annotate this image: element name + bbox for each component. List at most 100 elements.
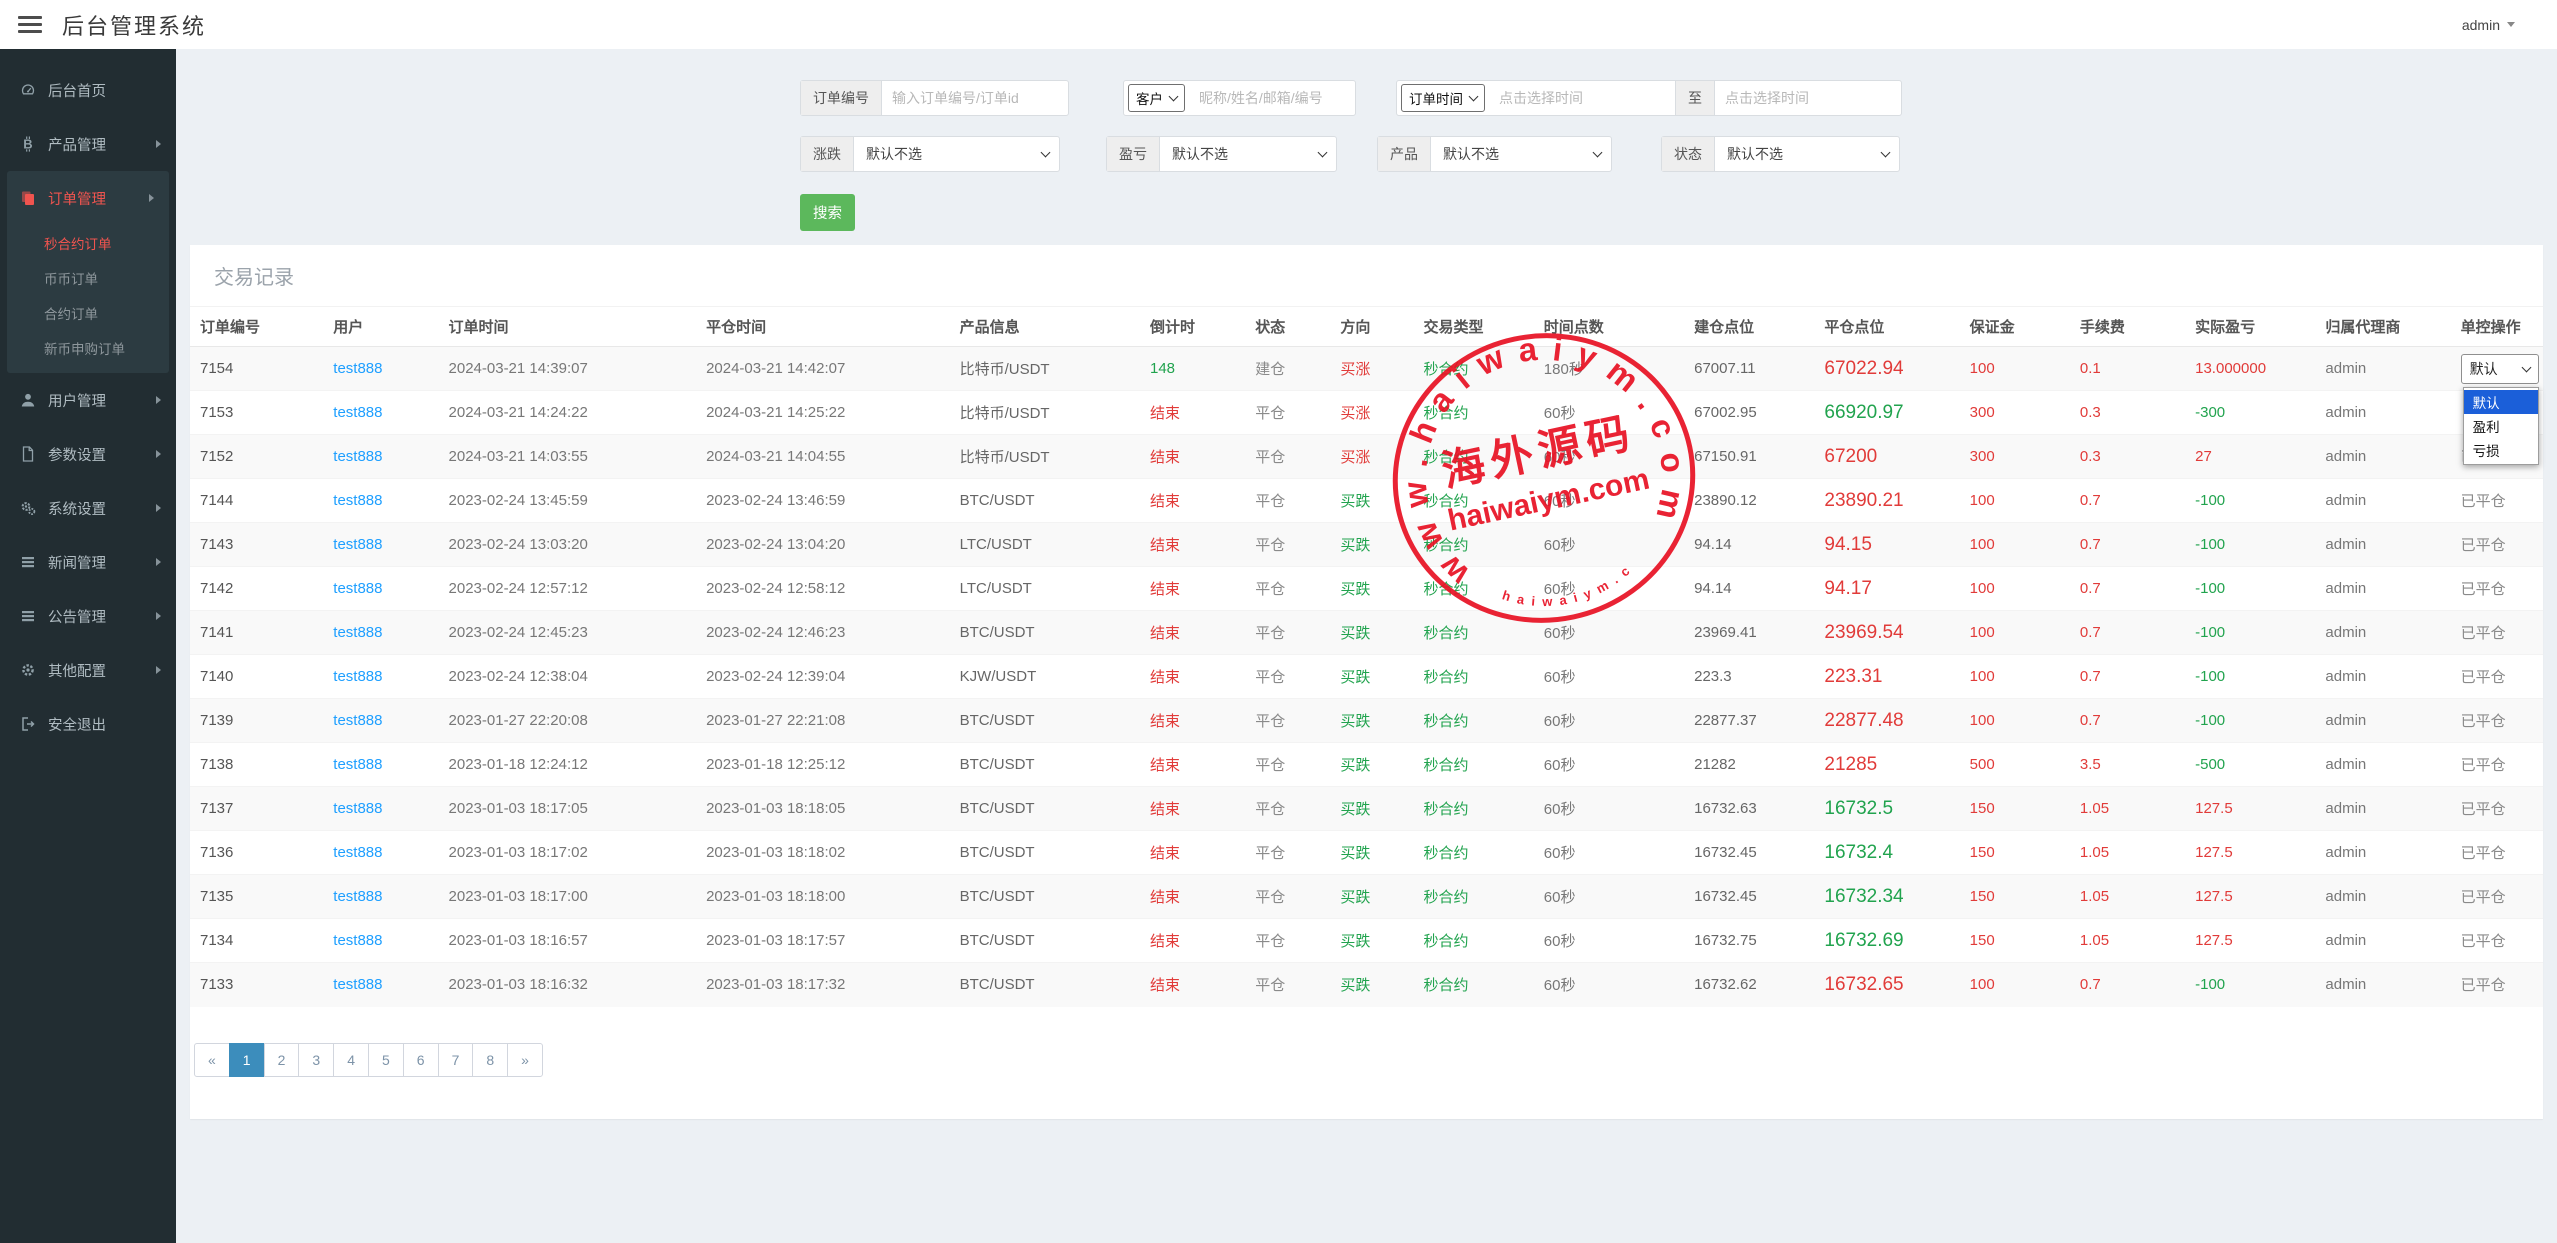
user-link[interactable]: test888 xyxy=(325,875,440,919)
cell-agent: admin xyxy=(2317,875,2452,919)
page-next[interactable]: » xyxy=(507,1043,543,1077)
column-header: 订单编号 xyxy=(190,307,325,347)
cell-direction: 买跌 xyxy=(1332,655,1415,699)
page-2[interactable]: 2 xyxy=(264,1043,300,1077)
sidebar-item-users[interactable]: 用户管理 xyxy=(0,373,176,427)
sidebar-item-logout[interactable]: 安全退出 xyxy=(0,697,176,751)
cell-duration: 180秒 xyxy=(1536,347,1686,391)
sidebar-item-contract-orders[interactable]: 合约订单 xyxy=(7,295,169,330)
row-control-value: 默认 xyxy=(2470,359,2498,379)
table-row: 7140test8882023-02-24 12:38:042023-02-24… xyxy=(190,655,2543,699)
table-row: 7144test8882023-02-24 13:45:592023-02-24… xyxy=(190,479,2543,523)
user-menu[interactable]: admin xyxy=(2462,17,2515,33)
sidebar-item-products[interactable]: B产品管理 xyxy=(0,117,176,171)
cell-product: 比特币/USDT xyxy=(952,391,1142,435)
option-item[interactable]: 默认 xyxy=(2464,390,2538,414)
cell-fee: 0.3 xyxy=(2072,435,2187,479)
search-button[interactable]: 搜索 xyxy=(800,194,855,231)
page-5[interactable]: 5 xyxy=(368,1043,404,1077)
page-6[interactable]: 6 xyxy=(403,1043,439,1077)
cell-close-time: 2023-01-18 12:25:12 xyxy=(698,743,952,787)
sidebar-item-system[interactable]: 系统设置 xyxy=(0,481,176,535)
customer-input[interactable] xyxy=(1189,81,1355,115)
user-link[interactable]: test888 xyxy=(325,743,440,787)
sidebar-item-params[interactable]: 参数设置 xyxy=(0,427,176,481)
user-link[interactable]: test888 xyxy=(325,523,440,567)
menu-toggle-icon[interactable] xyxy=(18,12,42,37)
cell-direction: 买跌 xyxy=(1332,875,1415,919)
page-prev[interactable]: « xyxy=(194,1043,230,1077)
user-link[interactable]: test888 xyxy=(325,655,440,699)
user-link[interactable]: test888 xyxy=(325,479,440,523)
sidebar: 后台首页B产品管理订单管理秒合约订单币币订单合约订单新币申购订单用户管理参数设置… xyxy=(0,49,176,1243)
cell-duration: 60秒 xyxy=(1536,875,1686,919)
user-link[interactable]: test888 xyxy=(325,435,440,479)
cell-pnl: -100 xyxy=(2187,699,2317,743)
column-header: 倒计时 xyxy=(1142,307,1247,347)
cell-open-price: 16732.45 xyxy=(1686,831,1816,875)
user-link[interactable]: test888 xyxy=(325,919,440,963)
page-3[interactable]: 3 xyxy=(298,1043,334,1077)
option-item[interactable]: 亏损 xyxy=(2464,438,2538,462)
sidebar-item-home[interactable]: 后台首页 xyxy=(0,63,176,117)
customer-type-select[interactable]: 客户 xyxy=(1128,84,1185,112)
cell-pnl: 27 xyxy=(2187,435,2317,479)
cell-order-id: 7144 xyxy=(190,479,325,523)
cell-margin: 100 xyxy=(1962,611,2072,655)
sidebar-item-spot-orders[interactable]: 币币订单 xyxy=(7,260,169,295)
sidebar-item-config[interactable]: 其他配置 xyxy=(0,643,176,697)
sidebar-item-label: 产品管理 xyxy=(48,134,106,155)
cell-margin: 100 xyxy=(1962,699,2072,743)
cell-product: BTC/USDT xyxy=(952,479,1142,523)
user-link[interactable]: test888 xyxy=(325,391,440,435)
product-label: 产品 xyxy=(1378,137,1431,171)
sidebar-subitem-label: 新币申购订单 xyxy=(44,338,125,358)
table-row: 7154test8882024-03-21 14:39:072024-03-21… xyxy=(190,347,2543,391)
time-type-select[interactable]: 订单时间 xyxy=(1401,84,1485,112)
status-select[interactable]: 默认不选 xyxy=(1715,137,1899,171)
user-link[interactable]: test888 xyxy=(325,611,440,655)
sidebar-item-notice[interactable]: 公告管理 xyxy=(0,589,176,643)
page-1[interactable]: 1 xyxy=(229,1043,265,1077)
cell-agent: admin xyxy=(2317,963,2452,1007)
sidebar-item-orders[interactable]: 订单管理 xyxy=(7,171,169,225)
pnl-select[interactable]: 默认不选 xyxy=(1160,137,1336,171)
cell-trade-type: 秒合约 xyxy=(1416,523,1536,567)
status-value: 默认不选 xyxy=(1727,144,1783,164)
cell-duration: 60秒 xyxy=(1536,831,1686,875)
chevron-down-icon xyxy=(1169,92,1179,102)
cell-margin: 150 xyxy=(1962,787,2072,831)
time-to-input[interactable] xyxy=(1715,81,1901,115)
user-link[interactable]: test888 xyxy=(325,347,440,391)
sidebar-item-news[interactable]: 新闻管理 xyxy=(0,535,176,589)
row-control-select[interactable]: 默认 xyxy=(2461,354,2539,384)
user-link[interactable]: test888 xyxy=(325,567,440,611)
cell-order-time: 2023-01-03 18:16:32 xyxy=(441,963,699,1007)
user-link[interactable]: test888 xyxy=(325,831,440,875)
sidebar-item-new-coin-orders[interactable]: 新币申购订单 xyxy=(7,330,169,365)
cell-product: BTC/USDT xyxy=(952,787,1142,831)
chevron-down-icon xyxy=(1469,92,1479,102)
page-7[interactable]: 7 xyxy=(438,1043,474,1077)
updown-select[interactable]: 默认不选 xyxy=(854,137,1059,171)
sidebar-item-label: 订单管理 xyxy=(48,188,106,209)
page-8[interactable]: 8 xyxy=(472,1043,508,1077)
user-link[interactable]: test888 xyxy=(325,787,440,831)
cell-fee: 1.05 xyxy=(2072,831,2187,875)
sidebar-item-label: 其他配置 xyxy=(48,660,106,681)
cell-margin: 100 xyxy=(1962,567,2072,611)
order-no-input[interactable] xyxy=(882,81,1068,115)
cell-open-price: 94.14 xyxy=(1686,567,1816,611)
cell-direction: 买跌 xyxy=(1332,963,1415,1007)
page-4[interactable]: 4 xyxy=(333,1043,369,1077)
time-from-input[interactable] xyxy=(1489,81,1675,115)
user-link[interactable]: test888 xyxy=(325,963,440,1007)
cell-close-price: 23890.21 xyxy=(1816,479,1961,523)
product-select[interactable]: 默认不选 xyxy=(1431,137,1611,171)
sidebar-item-seconds-contract-orders[interactable]: 秒合约订单 xyxy=(7,225,169,260)
user-link[interactable]: test888 xyxy=(325,699,440,743)
sidebar-subitem-label: 合约订单 xyxy=(44,303,98,323)
cell-direction: 买跌 xyxy=(1332,699,1415,743)
cell-close-time: 2023-02-24 12:58:12 xyxy=(698,567,952,611)
option-item[interactable]: 盈利 xyxy=(2464,414,2538,438)
